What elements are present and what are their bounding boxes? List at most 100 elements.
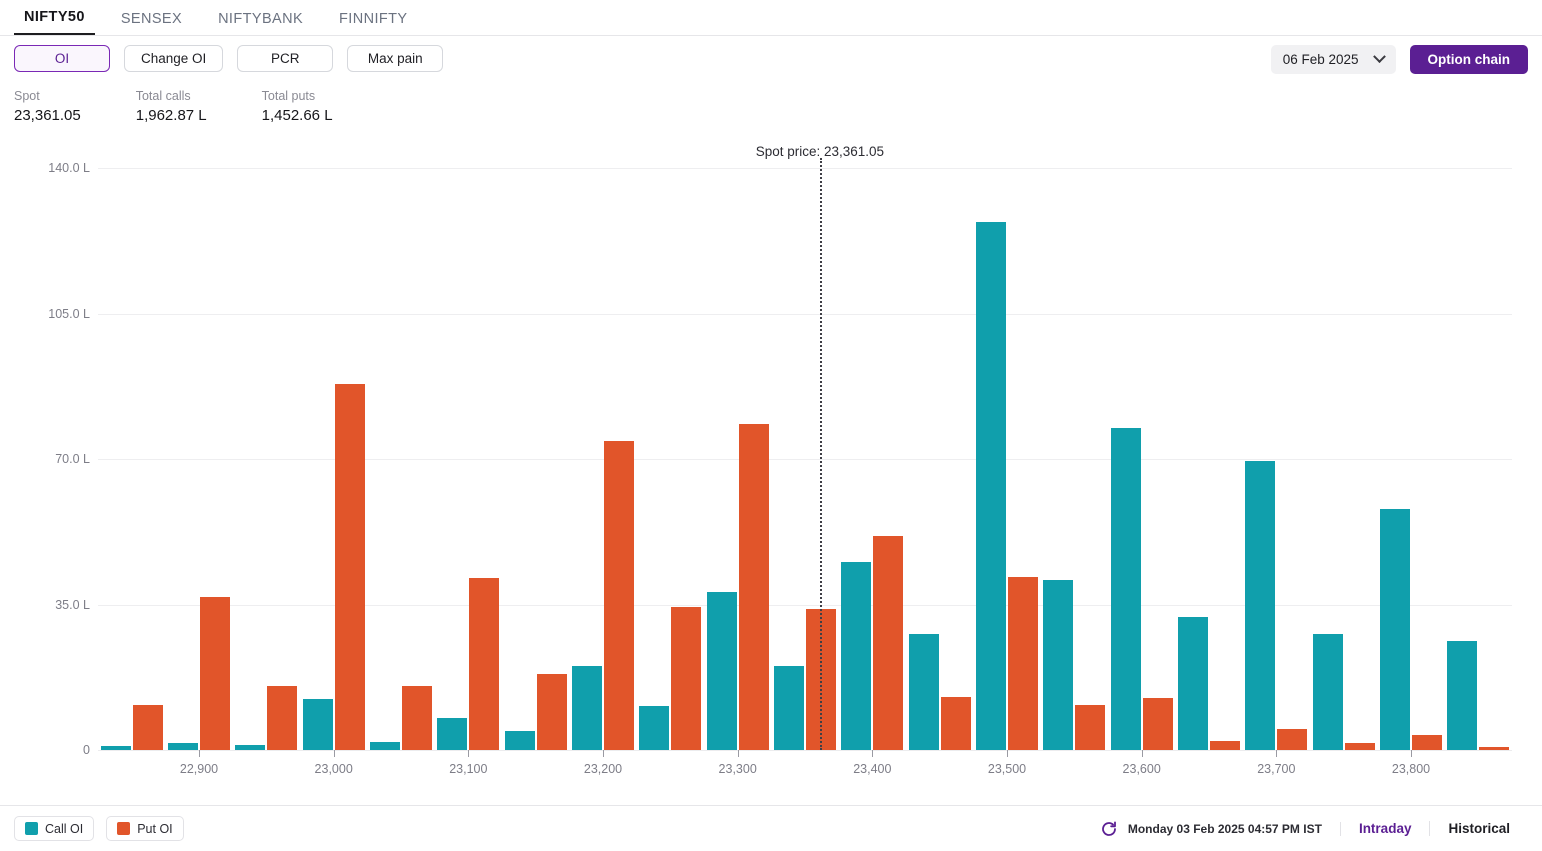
call-oi-bar[interactable]: [976, 222, 1006, 750]
oi-bar-chart: 0 35.0 L 70.0 L 105.0 L 140.0 L 22,900 23,000…: [0, 140, 1542, 805]
x-axis-tick-label: 22,900: [179, 762, 219, 776]
y-axis-tick-label: 35.0 L: [55, 597, 90, 612]
put-oi-bar[interactable]: [402, 685, 432, 750]
stat-total-calls: Total calls 1,962.87 L: [136, 88, 207, 127]
call-oi-bar[interactable]: [1380, 508, 1410, 750]
spot-price-label: Spot price: 23,361.05: [755, 144, 885, 159]
call-oi-bar[interactable]: [1110, 427, 1141, 750]
x-axis-tick-label: 23,400: [853, 762, 892, 776]
call-oi-bar[interactable]: [437, 718, 468, 750]
summary-stats: Spot 23,361.05 Total calls 1,962.87 L Total …: [14, 88, 388, 127]
put-oi-bar[interactable]: [469, 577, 500, 750]
call-oi-bar[interactable]: [1245, 460, 1276, 750]
metric-button-max-pain[interactable]: Max pain: [347, 45, 444, 72]
stat-label: Spot: [14, 89, 40, 103]
call-oi-bar[interactable]: [908, 634, 939, 750]
chart-legend: Call OI Put OI: [14, 816, 184, 841]
legend-label: Put OI: [137, 821, 173, 836]
tab-finnifty[interactable]: FINNIFTY: [329, 11, 417, 35]
option-chain-oi-page: NIFTY50 SENSEX NIFTYBANK FINNIFTY OI Change …: [0, 0, 1542, 851]
view-intraday-button[interactable]: Intraday: [1341, 821, 1431, 836]
put-oi-bar[interactable]: [940, 696, 971, 750]
tab-niftybank[interactable]: NIFTYBANK: [208, 11, 313, 35]
call-oi-bar[interactable]: [370, 741, 400, 750]
legend-swatch-icon: [117, 822, 131, 835]
view-historical-button[interactable]: Historical: [1430, 821, 1528, 836]
y-axis-tick-label: 70.0 L: [55, 452, 90, 466]
call-oi-bar[interactable]: [302, 699, 333, 750]
legend-swatch-icon: [25, 822, 38, 835]
refresh-icon[interactable]: [1100, 820, 1118, 838]
put-oi-bar[interactable]: [604, 441, 634, 750]
call-oi-bar[interactable]: [639, 705, 670, 750]
x-axis-tick-label: 23,500: [987, 762, 1027, 776]
put-oi-bar[interactable]: [1008, 576, 1038, 750]
last-updated-timestamp: Monday 03 Feb 2025 04:57 PM IST: [1128, 821, 1341, 836]
legend-item-put-oi[interactable]: Put OI: [106, 816, 184, 841]
put-oi-bar[interactable]: [132, 705, 163, 750]
legend-item-call-oi[interactable]: Call OI: [14, 816, 95, 841]
x-axis-tick-mark: [333, 750, 335, 757]
gridline: [98, 168, 1512, 169]
call-oi-bar[interactable]: [1043, 579, 1074, 750]
put-oi-bar[interactable]: [1412, 735, 1442, 750]
call-oi-bar[interactable]: [706, 592, 737, 750]
x-axis-tick-mark: [603, 750, 604, 757]
stat-spot: Spot 23,361.05: [14, 88, 81, 127]
spot-price-line: [819, 158, 822, 750]
put-oi-bar[interactable]: [671, 607, 702, 750]
stat-value: 23,361.05: [14, 107, 81, 124]
put-oi-bar[interactable]: [873, 535, 904, 750]
stat-label: Total calls: [135, 89, 191, 103]
call-oi-bar[interactable]: [841, 562, 872, 750]
metric-button-oi[interactable]: OI: [14, 45, 110, 72]
x-axis-tick-mark: [737, 750, 739, 757]
put-oi-bar[interactable]: [1277, 728, 1308, 750]
metric-button-pcr[interactable]: PCR: [237, 45, 334, 72]
toolbar-right: 06 Feb 2025 Option chain: [1270, 45, 1528, 74]
put-oi-bar[interactable]: [738, 423, 769, 750]
put-oi-bar[interactable]: [1344, 742, 1375, 750]
call-oi-bar[interactable]: [774, 666, 804, 750]
expiry-date-select[interactable]: 06 Feb 2025: [1270, 45, 1396, 74]
call-oi-bar[interactable]: [504, 730, 535, 750]
legend-label: Call OI: [45, 821, 84, 836]
call-oi-bar[interactable]: [1312, 634, 1343, 750]
gridline: [98, 604, 1512, 606]
gridline: [98, 459, 1512, 460]
call-oi-bar[interactable]: [572, 666, 602, 750]
x-axis-tick-mark: [1141, 750, 1143, 757]
option-chain-button[interactable]: Option chain: [1409, 45, 1528, 74]
x-axis-tick-label: 23,100: [449, 762, 488, 776]
put-oi-bar[interactable]: [1142, 698, 1173, 750]
y-axis: 0 35.0 L 70.0 L 105.0 L 140.0 L: [0, 161, 90, 757]
put-oi-bar[interactable]: [200, 597, 230, 750]
x-axis-tick-label: 23,000: [314, 762, 353, 776]
chart-footer: Call OI Put OI Monday 03 Feb 2025 04:57 P…: [0, 805, 1542, 851]
x-axis-tick-label: 23,800: [1391, 762, 1431, 776]
put-oi-bar[interactable]: [267, 685, 298, 750]
x-axis-tick-mark: [872, 750, 874, 757]
x-axis-tick-mark: [1411, 750, 1412, 757]
x-axis-tick-label: 23,200: [583, 762, 623, 776]
call-oi-bar[interactable]: [168, 743, 198, 750]
footer-right: Monday 03 Feb 2025 04:57 PM IST Intraday…: [1100, 820, 1528, 838]
tab-sensex[interactable]: SENSEX: [111, 11, 192, 35]
tab-nifty50[interactable]: NIFTY50: [14, 9, 95, 35]
x-axis-tick-mark: [1007, 750, 1008, 757]
stat-value: 1,452.66 L: [261, 107, 333, 124]
put-oi-bar[interactable]: [1210, 740, 1240, 750]
metric-button-change-oi[interactable]: Change OI: [124, 45, 224, 72]
put-oi-bar[interactable]: [536, 673, 567, 750]
x-axis-tick-mark: [199, 750, 200, 757]
gridline: [98, 313, 1512, 315]
instrument-tabbar: NIFTY50 SENSEX NIFTYBANK FINNIFTY: [0, 0, 1542, 36]
x-axis: 22,900 23,000 23,100 23,200 23,300 23,400 23,5…: [0, 750, 1542, 790]
stat-value: 1,962.87 L: [135, 107, 207, 124]
call-oi-bar[interactable]: [1447, 640, 1478, 750]
call-oi-bar[interactable]: [1178, 616, 1208, 750]
put-oi-bar[interactable]: [1075, 704, 1106, 750]
put-oi-bar[interactable]: [334, 384, 365, 750]
stat-label: Total puts: [261, 89, 316, 103]
metric-button-group: OI Change OI PCR Max pain: [14, 45, 444, 72]
